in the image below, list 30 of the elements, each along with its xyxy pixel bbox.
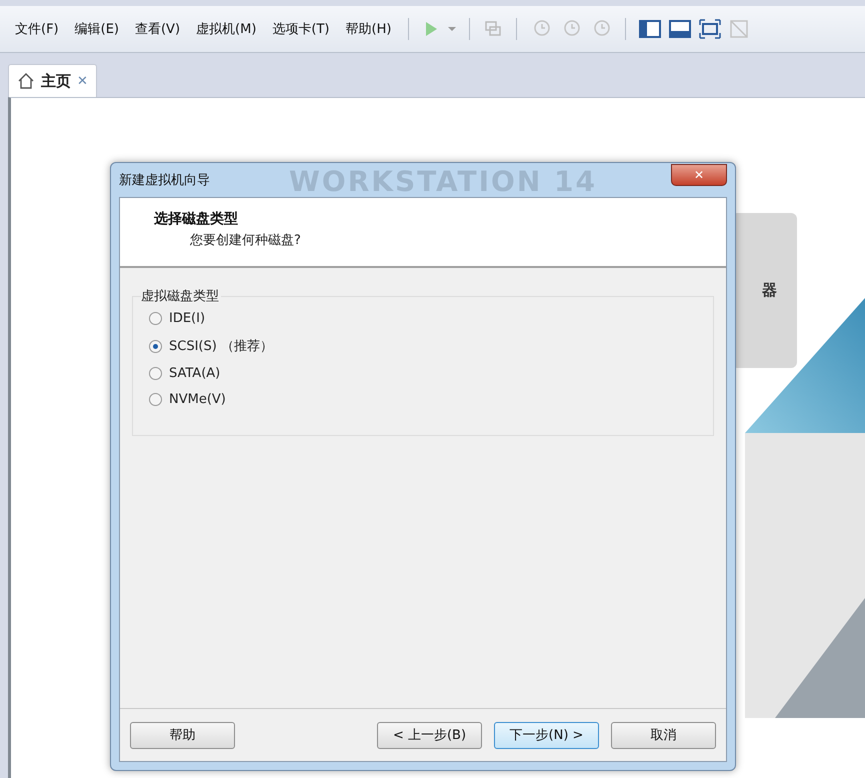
fullscreen-icon[interactable]	[698, 18, 722, 40]
dialog-title: 新建虚拟机向导	[119, 172, 210, 189]
page-heading: 选择磁盘类型	[154, 210, 239, 228]
radio-button[interactable]	[149, 393, 162, 406]
menu-item[interactable]: 帮助(H)	[340, 20, 396, 38]
menu-item[interactable]: 编辑(E)	[70, 20, 124, 38]
menu-item[interactable]: 选项卡(T)	[267, 20, 334, 38]
menu-item[interactable]: 查看(V)	[130, 20, 186, 38]
dialog-button[interactable]: 取消	[611, 722, 716, 748]
page-subheading: 您要创建何种磁盘?	[189, 232, 302, 249]
radio-button[interactable]	[149, 367, 162, 380]
radio-button[interactable]	[149, 340, 162, 352]
sidebar-view-icon[interactable]	[638, 18, 662, 40]
option-label[interactable]: NVMe(V)	[169, 392, 226, 407]
card-label: 器	[762, 281, 777, 300]
panel-view-icon[interactable]	[668, 18, 692, 40]
home-icon	[17, 72, 35, 90]
option-label[interactable]: IDE(I)	[169, 311, 206, 326]
dialog-button[interactable]: 下一步(N) >	[494, 722, 599, 748]
radio-button[interactable]	[149, 312, 162, 325]
close-icon[interactable]: ✕	[77, 74, 88, 88]
menu-item[interactable]: 文件(F)	[10, 20, 64, 38]
dialog-button[interactable]: < 上一步(B)	[377, 722, 482, 748]
tab-label: 主页	[41, 72, 71, 90]
option-label[interactable]: SCSI(S) （推荐）	[169, 337, 273, 355]
menu-item[interactable]: 虚拟机(M)	[191, 20, 262, 38]
home-tab[interactable]: 主页 ✕	[8, 64, 97, 97]
dialog-button[interactable]: 帮助	[130, 722, 235, 748]
group-label: 虚拟磁盘类型	[141, 287, 221, 305]
option-label[interactable]: SATA(A)	[169, 366, 220, 381]
